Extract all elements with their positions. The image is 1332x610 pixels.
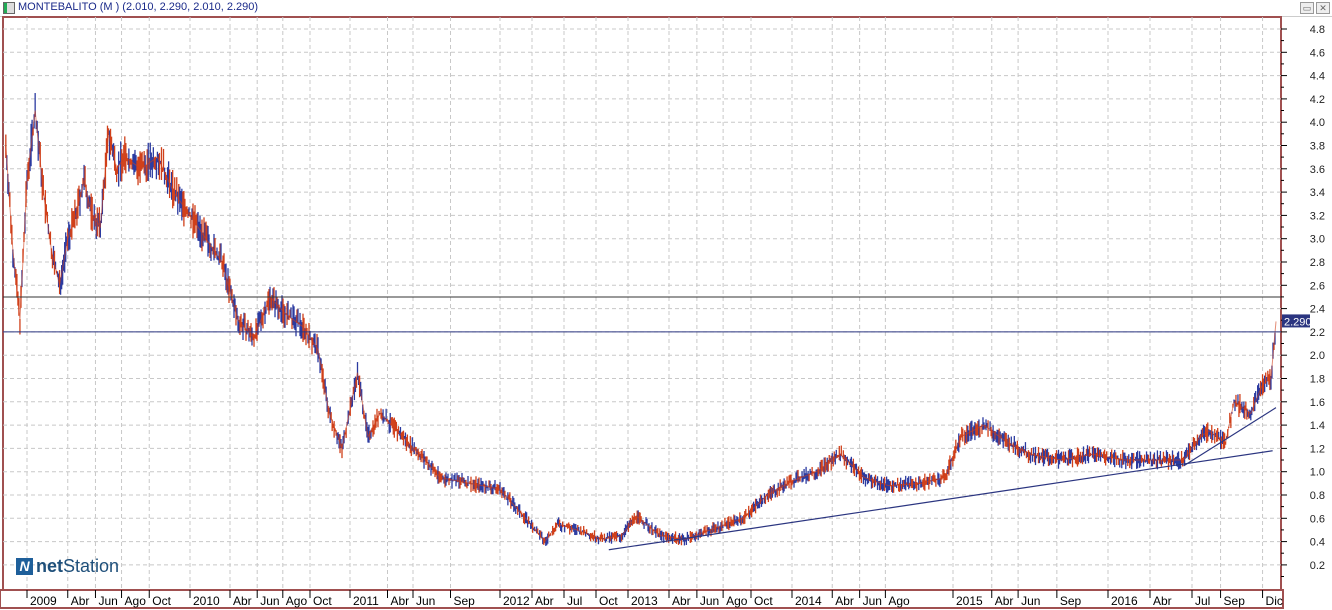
y-tick-label: 4.4 <box>1310 71 1325 83</box>
x-tick-label: Oct <box>599 594 618 608</box>
plot-area <box>2 16 1282 591</box>
x-tick-label: Ago <box>286 594 308 608</box>
y-tick-label: 3.2 <box>1310 210 1325 222</box>
x-tick-label: Jun <box>863 594 882 608</box>
y-tick-label: 1.8 <box>1310 374 1325 386</box>
x-tick-label: Abr <box>391 594 410 608</box>
x-tick-label: Ago <box>888 594 910 608</box>
x-tick-label: 2012 <box>503 594 530 608</box>
y-tick-label: 1.4 <box>1310 420 1325 432</box>
y-tick-label: 4.2 <box>1310 94 1325 106</box>
y-tick-label: 3.6 <box>1310 164 1325 176</box>
x-tick-label: 2013 <box>631 594 658 608</box>
x-tick-label: Jun <box>260 594 279 608</box>
y-tick-label: 4.6 <box>1310 47 1325 59</box>
x-tick-label: Sep <box>1224 594 1246 608</box>
x-tick-label: Sep <box>454 594 476 608</box>
x-tick-label: Abr <box>233 594 252 608</box>
x-tick-label: Oct <box>313 594 332 608</box>
y-tick-label: 3.4 <box>1310 187 1325 199</box>
x-tick-label: Jun <box>416 594 435 608</box>
x-tick-label: Jun <box>700 594 719 608</box>
y-tick-label: 2.4 <box>1310 304 1325 316</box>
x-tick-label: Jul <box>567 594 582 608</box>
x-tick-label: Jun <box>98 594 117 608</box>
netstation-logo: N netStation <box>16 556 119 577</box>
y-tick-label: 0.2 <box>1310 560 1325 572</box>
y-tick-label: 3.0 <box>1310 234 1325 246</box>
x-tick-label: Dic <box>1266 594 1283 608</box>
price-chart[interactable]: 0.2 0.4 0.6 0.8 1.0 1.2 1.4 1.6 1.8 2.0 2.2 2.4 2.6 2… <box>0 0 1332 610</box>
logo-station: Station <box>63 556 120 576</box>
x-tick-label: Oct <box>754 594 773 608</box>
y-tick-label: 0.6 <box>1310 513 1325 525</box>
x-tick-label: Abr <box>672 594 691 608</box>
x-tick-label: 2011 <box>353 594 379 608</box>
x-tick-label: Abr <box>535 594 554 608</box>
y-tick-label: 2.0 <box>1310 350 1325 362</box>
x-tick-label: 2016 <box>1111 594 1138 608</box>
x-tick-label: Abr <box>835 594 854 608</box>
x-tick-label: 2010 <box>193 594 220 608</box>
y-tick-label: 2.6 <box>1310 280 1325 292</box>
logo-mark-icon: N <box>16 558 33 575</box>
y-tick-label: 4.0 <box>1310 117 1325 129</box>
x-tick-label: 2015 <box>956 594 983 608</box>
x-tick-label: Jul <box>1195 594 1210 608</box>
y-tick-label: 2.2 <box>1310 327 1325 339</box>
y-tick-label: 1.2 <box>1310 443 1325 455</box>
x-tick-label: Ago <box>726 594 748 608</box>
logo-net: net <box>36 556 63 576</box>
y-tick-label: 1.0 <box>1310 467 1325 479</box>
x-tick-label: Abr <box>1153 594 1172 608</box>
y-tick-label: 0.4 <box>1310 537 1325 549</box>
y-tick-label: 2.8 <box>1310 257 1325 269</box>
x-tick-label: Ago <box>125 594 147 608</box>
x-tick-label: Oct <box>152 594 171 608</box>
y-tick-label: 4.8 <box>1310 24 1325 36</box>
x-tick-label: 2014 <box>795 594 822 608</box>
x-tick-label: 2009 <box>30 594 57 608</box>
y-tick-label: 3.8 <box>1310 141 1325 153</box>
x-tick-label: Jun <box>1021 594 1040 608</box>
x-tick-label: Abr <box>71 594 90 608</box>
y-tick-label: 0.8 <box>1310 490 1325 502</box>
x-tick-label: Sep <box>1060 594 1082 608</box>
x-tick-label: Abr <box>995 594 1014 608</box>
last-value-label: 2.290 <box>1284 316 1312 328</box>
y-tick-label: 1.6 <box>1310 397 1325 409</box>
